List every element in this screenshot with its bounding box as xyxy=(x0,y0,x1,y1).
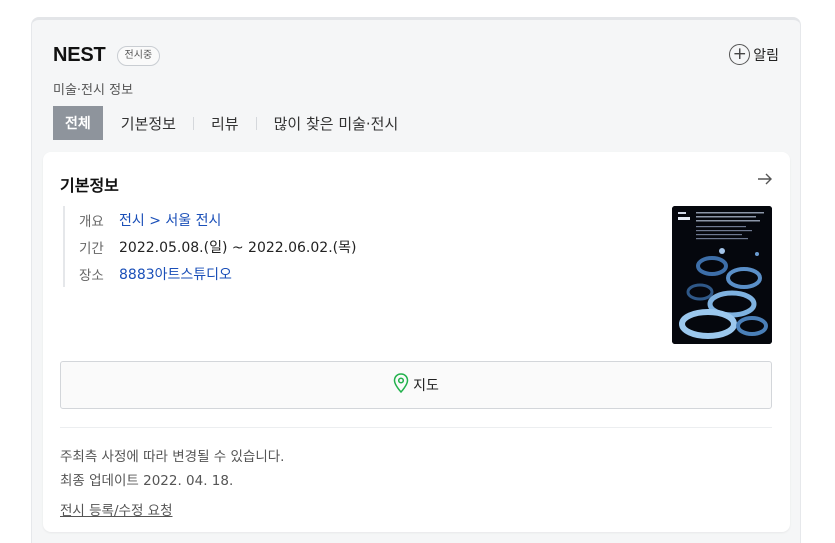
tab-basic-info[interactable]: 기본정보 xyxy=(119,113,178,134)
exhibition-poster[interactable] xyxy=(672,206,772,344)
info-row-place: 장소 8883아트스튜디오 xyxy=(79,260,356,287)
exhibition-panel: NEST 전시중 미술·전시 정보 + 알림 전체 기본정보 리뷰 많이 찾은 … xyxy=(31,17,801,543)
info-key: 장소 xyxy=(79,267,104,284)
change-notice: 주최측 사정에 따라 변경될 수 있습니다. xyxy=(60,449,285,465)
map-button[interactable]: 지도 xyxy=(60,361,772,409)
exhibition-title: NEST xyxy=(53,44,106,66)
notes-section: 주최측 사정에 따라 변경될 수 있습니다. 최종 업데이트 2022. 04.… xyxy=(60,445,284,519)
tab-popular[interactable]: 많이 찾은 미술·전시 xyxy=(272,113,401,134)
edit-request-link[interactable]: 전시 등록/수정 요청 xyxy=(60,499,173,519)
info-key: 개요 xyxy=(79,213,104,230)
plus-circle-icon: + xyxy=(729,44,751,65)
info-list: 개요 전시 > 서울 전시 기간 2022.05.08.(일) ~ 2022.0… xyxy=(63,206,356,287)
alarm-button[interactable]: + 알림 xyxy=(729,44,779,65)
title-row: NEST 전시중 xyxy=(53,44,161,67)
place-link[interactable]: 8883아트스튜디오 xyxy=(119,264,232,284)
arrow-right-icon[interactable] xyxy=(756,170,774,193)
card-title: 기본정보 xyxy=(60,176,119,195)
tab-reviews[interactable]: 리뷰 xyxy=(209,113,241,134)
tab-bar: 전체 기본정보 리뷰 많이 찾은 미술·전시 xyxy=(53,106,400,140)
period-value: 2022.05.08.(일) ~ 2022.06.02.(목) xyxy=(119,239,357,256)
info-row-period: 기간 2022.05.08.(일) ~ 2022.06.02.(목) xyxy=(79,233,356,260)
tab-divider xyxy=(192,116,194,130)
map-pin-icon xyxy=(393,373,409,397)
tab-divider xyxy=(255,116,257,130)
overview-link[interactable]: 전시 > 서울 전시 xyxy=(119,210,221,230)
status-badge: 전시중 xyxy=(116,45,161,66)
basic-info-card: 기본정보 개요 전시 > 서울 전시 기간 2022.05.08.(일) ~ 2… xyxy=(43,152,790,532)
category-subtitle: 미술·전시 정보 xyxy=(53,83,134,98)
map-button-label: 지도 xyxy=(413,378,439,394)
alarm-label: 알림 xyxy=(753,47,779,64)
info-key: 기간 xyxy=(79,240,104,257)
divider xyxy=(60,427,772,428)
info-row-overview: 개요 전시 > 서울 전시 xyxy=(79,206,356,233)
last-updated: 최종 업데이트 2022. 04. 18. xyxy=(60,473,234,489)
tab-all[interactable]: 전체 xyxy=(53,106,103,140)
